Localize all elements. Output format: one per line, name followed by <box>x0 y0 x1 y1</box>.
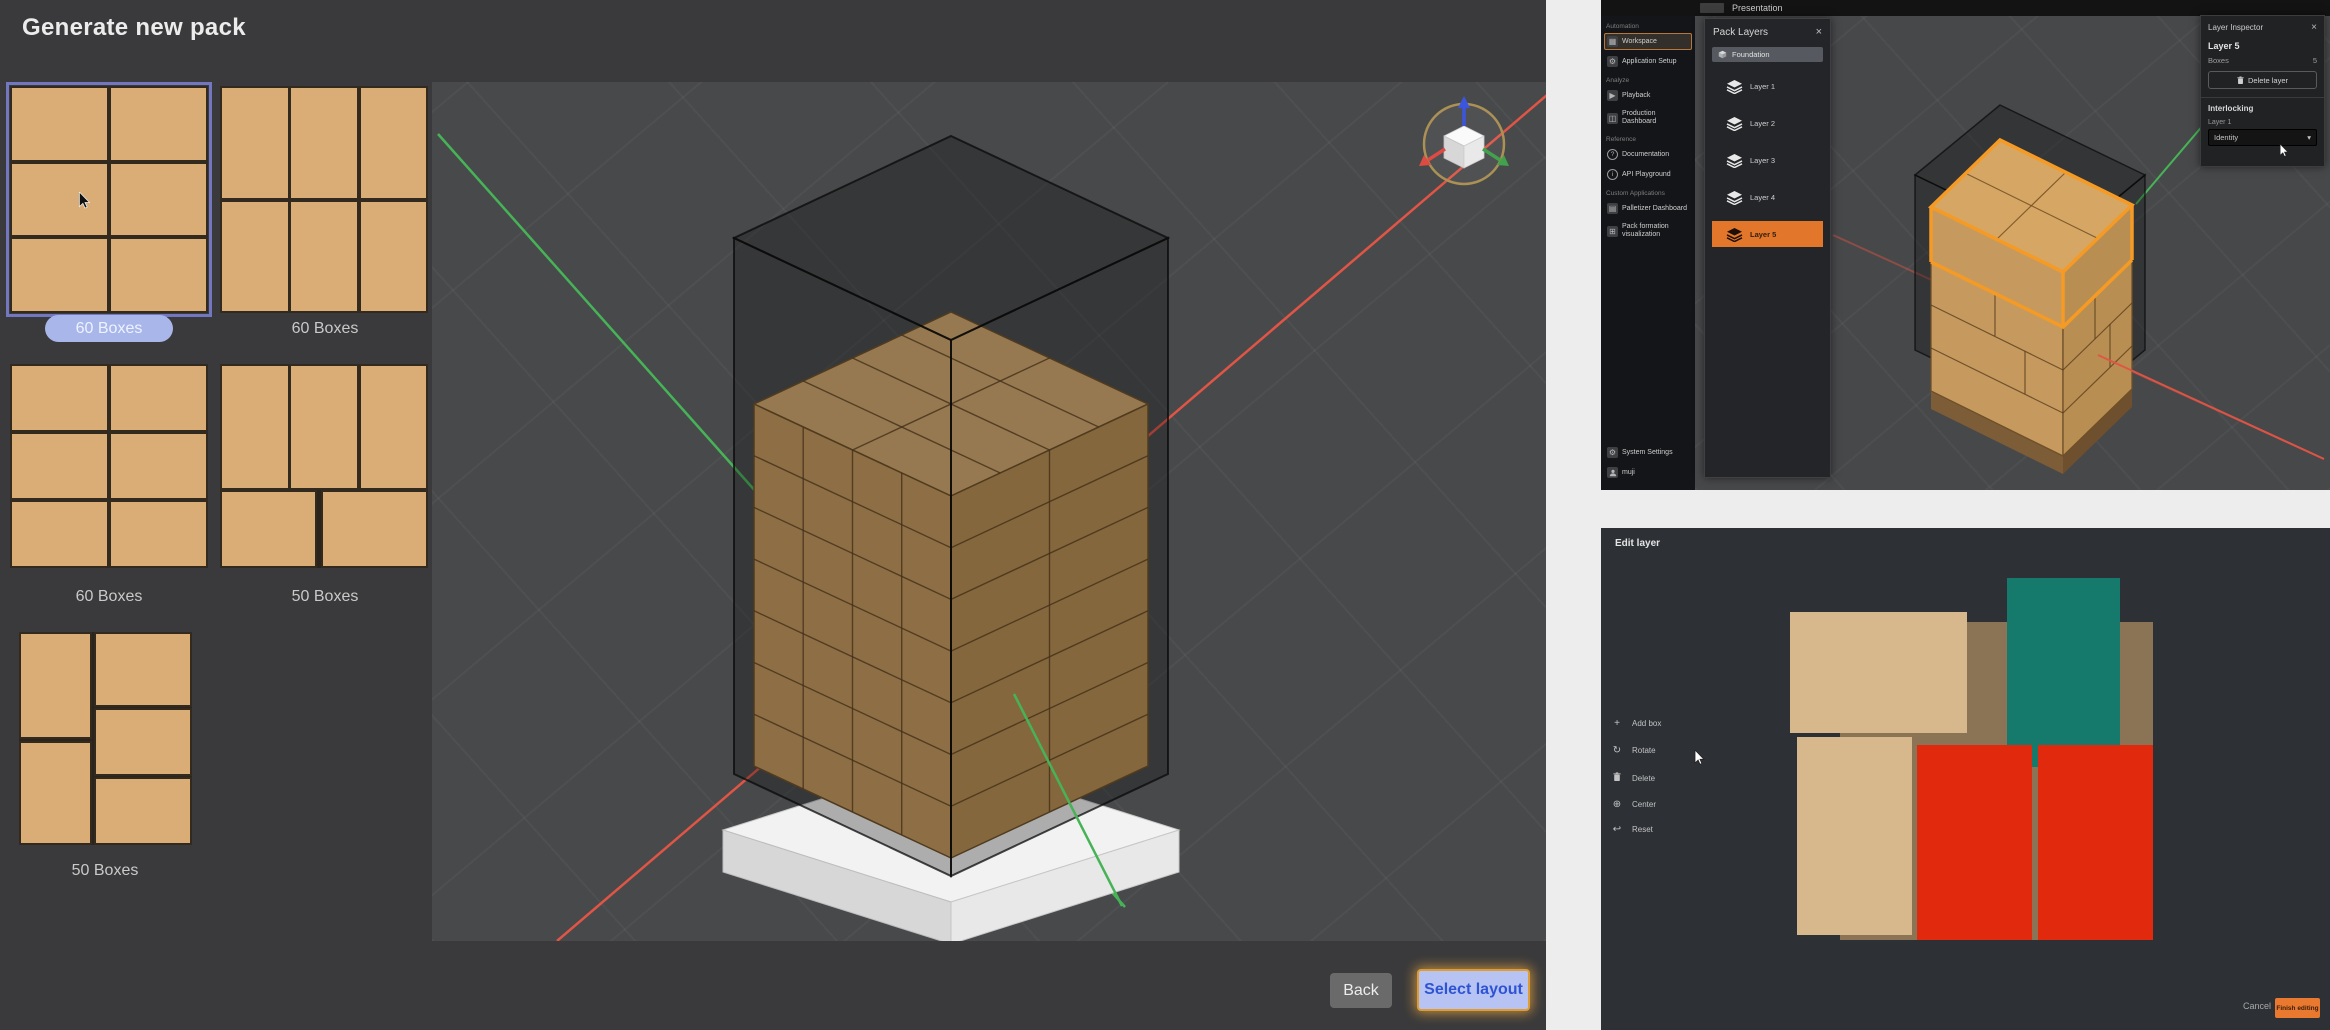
sidebar-section-header: Automation <box>1606 23 1695 30</box>
layout-thumbnail-5[interactable] <box>19 632 192 845</box>
boxes-value: 5 <box>2313 56 2317 65</box>
layer-row-4[interactable]: Layer 4 <box>1712 184 1823 210</box>
inspector-title: Layer Inspector <box>2208 23 2263 32</box>
undo-icon: ↩ <box>1611 824 1623 835</box>
sidebar-item-playback[interactable]: ▶ Playback <box>1604 87 1692 104</box>
foundation-item[interactable]: Foundation <box>1712 47 1823 62</box>
layer-row-2[interactable]: Layer 2 <box>1712 110 1823 136</box>
layer-inspector-panel: Layer Inspector × Layer 5 Boxes 5 Delete… <box>2200 15 2325 167</box>
workspace-icon: ▦ <box>1607 36 1618 47</box>
sidebar-item-palletizer-dashboard[interactable]: ▤ Palletizer Dashboard <box>1604 200 1692 217</box>
pack-layers-panel: Pack Layers × Foundation Layer 1 Layer 2… <box>1704 18 1831 478</box>
sidebar-item-api-playground[interactable]: i API Playground <box>1604 166 1692 183</box>
application-setup-icon: ⚙ <box>1607 56 1618 67</box>
dialog-title: Generate new pack <box>22 14 246 42</box>
sidebar-item-workspace[interactable]: ▦ Workspace <box>1604 33 1692 50</box>
tab-bar: Presentation <box>1601 0 2330 16</box>
back-button[interactable]: Back <box>1330 973 1392 1008</box>
mouse-cursor <box>2279 144 2290 158</box>
layers-icon <box>1726 79 1743 94</box>
workspace-window: Presentation Automation ▦ Workspace ⚙ Ap… <box>1601 0 2330 490</box>
sidebar-section-header: Analyze <box>1606 77 1695 84</box>
playback-icon: ▶ <box>1607 90 1618 101</box>
trash-icon <box>1611 772 1623 785</box>
layers-icon <box>1726 116 1743 131</box>
screen: Generate new pack 60 Boxes 60 Boxes 60 B… <box>0 0 2330 1030</box>
layout-1-label: 60 Boxes <box>76 320 143 338</box>
layer-row-1[interactable]: Layer 1 <box>1712 73 1823 99</box>
boxes-label: Boxes <box>2208 56 2229 65</box>
layout-4-label: 50 Boxes <box>250 588 400 606</box>
cube-icon <box>1718 50 1727 59</box>
pack-3d-viewport[interactable] <box>432 82 1546 941</box>
production-dashboard-icon: ◫ <box>1607 113 1618 124</box>
layers-icon <box>1726 190 1743 205</box>
layout-label-badge: 60 Boxes <box>45 315 173 342</box>
pack-layers-title: Pack Layers <box>1713 27 1768 38</box>
sidebar-item-pack-formation-visualization[interactable]: ⊞ Pack formation visualization <box>1604 220 1692 242</box>
plus-icon: + <box>1611 718 1623 729</box>
interlocking-dropdown[interactable]: Identity ▾ <box>2208 129 2317 146</box>
layout-5-label: 50 Boxes <box>30 862 180 880</box>
layer-row-3[interactable]: Layer 3 <box>1712 147 1823 173</box>
generate-new-pack-dialog: Generate new pack 60 Boxes 60 Boxes 60 B… <box>0 0 1546 1030</box>
layer-box-tan-top[interactable] <box>1790 612 1967 733</box>
sidebar-item-documentation[interactable]: ? Documentation <box>1604 146 1692 163</box>
tool-rotate[interactable]: ↻ Rotate <box>1611 745 1656 756</box>
layer-row-5-selected[interactable]: Layer 5 <box>1712 221 1823 247</box>
mouse-cursor <box>78 192 92 210</box>
layout-3-label: 60 Boxes <box>34 588 184 606</box>
layout-2-label: 60 Boxes <box>250 320 400 338</box>
sidebar-item-production-dashboard[interactable]: ◫ Production Dashboard <box>1604 107 1692 129</box>
inspector-layer-name: Layer 5 <box>2201 37 2324 51</box>
edit-layer-panel: Edit layer + Add box ↻ Rotate Delete ⊕ C… <box>1601 528 2330 1030</box>
chevron-down-icon: ▾ <box>2307 133 2311 142</box>
user-icon <box>1607 467 1618 478</box>
layer-field-label: Layer 1 <box>2201 113 2324 126</box>
tool-reset[interactable]: ↩ Reset <box>1611 824 1653 835</box>
layers-icon <box>1726 227 1743 242</box>
sidebar-item-system-settings[interactable]: ⚙ System Settings <box>1604 444 1692 461</box>
sidebar-item-application-setup[interactable]: ⚙ Application Setup <box>1604 53 1692 70</box>
sidebar: Automation ▦ Workspace ⚙ Application Set… <box>1601 16 1695 490</box>
layer-box-red-left[interactable] <box>1917 745 2032 940</box>
help-icon: ? <box>1607 149 1618 160</box>
finish-editing-button[interactable]: Finish editing <box>2275 998 2320 1018</box>
interlocking-header: Interlocking <box>2201 98 2324 113</box>
layers-icon <box>1726 153 1743 168</box>
pack-3d-scene <box>432 82 1546 941</box>
select-layout-button[interactable]: Select layout <box>1417 969 1530 1011</box>
target-icon: ⊕ <box>1611 799 1623 810</box>
layer-box-teal[interactable] <box>2007 578 2120 767</box>
edit-layer-title: Edit layer <box>1615 538 1660 549</box>
bounding-volume <box>734 136 1168 876</box>
trash-icon <box>2237 76 2244 85</box>
close-icon[interactable]: × <box>2311 22 2317 33</box>
sidebar-section-header: Custom Applications <box>1606 190 1695 197</box>
rotate-icon: ↻ <box>1611 745 1623 756</box>
tool-center[interactable]: ⊕ Center <box>1611 799 1656 810</box>
tab-bar-button[interactable] <box>1700 3 1724 13</box>
layout-thumbnail-4[interactable] <box>220 364 428 568</box>
sidebar-section-header: Reference <box>1606 136 1695 143</box>
sidebar-item-user[interactable]: muji <box>1604 464 1692 481</box>
tool-add-box[interactable]: + Add box <box>1611 718 1661 729</box>
close-icon[interactable]: × <box>1816 26 1822 38</box>
layer-box-tan-bottom[interactable] <box>1797 737 1912 935</box>
layout-thumbnail-2[interactable] <box>220 86 428 313</box>
settings-icon: ⚙ <box>1607 447 1618 458</box>
tab-presentation[interactable]: Presentation <box>1732 3 1783 13</box>
mouse-cursor <box>1694 750 1706 766</box>
layer-box-red-right[interactable] <box>2038 745 2153 940</box>
view-orientation-gizmo[interactable] <box>1419 96 1509 184</box>
layout-thumbnail-1[interactable] <box>10 86 208 313</box>
pack-formation-icon: ⊞ <box>1607 226 1618 237</box>
tool-delete[interactable]: Delete <box>1611 772 1655 785</box>
cancel-button[interactable]: Cancel <box>2243 1001 2271 1011</box>
layout-thumbnail-3[interactable] <box>10 364 208 568</box>
palletizer-dashboard-icon: ▤ <box>1607 203 1618 214</box>
delete-layer-button[interactable]: Delete layer <box>2208 71 2317 89</box>
info-icon: i <box>1607 169 1618 180</box>
